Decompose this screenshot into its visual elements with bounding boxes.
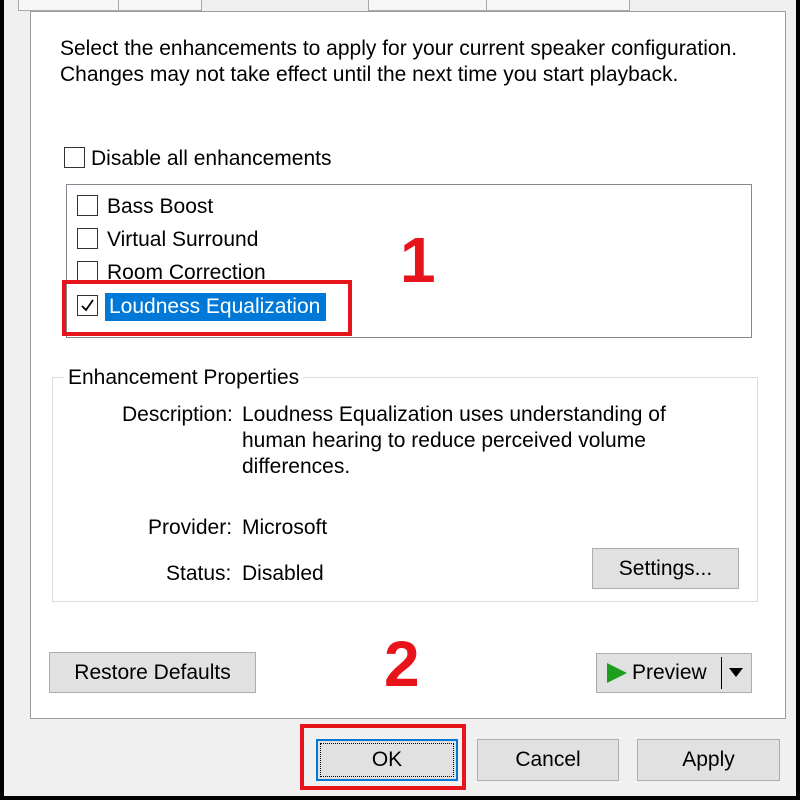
- tab-advanced[interactable]: [368, 0, 488, 11]
- preview-divider: [721, 657, 722, 689]
- settings-button[interactable]: Settings...: [592, 548, 739, 589]
- tab-spatial-sound[interactable]: [486, 0, 630, 11]
- virtual-surround-label[interactable]: Virtual Surround: [107, 227, 258, 253]
- preview-button[interactable]: Preview: [632, 660, 707, 686]
- description-line-3: differences.: [242, 455, 351, 478]
- provider-value: Microsoft: [242, 516, 328, 539]
- tab-general[interactable]: [18, 0, 120, 11]
- description-line-2: human hearing to reduce perceived volume: [242, 429, 646, 452]
- intro-text: Select the enhancements to apply for you…: [60, 37, 738, 86]
- virtual-surround-checkbox[interactable]: [77, 228, 98, 249]
- step-number-2: 2: [384, 628, 420, 700]
- tab-levels[interactable]: [118, 0, 202, 11]
- description-label: Description:: [122, 403, 233, 426]
- bass-boost-label[interactable]: Bass Boost: [107, 194, 213, 220]
- highlight-ok-button: [300, 724, 466, 790]
- apply-button[interactable]: Apply: [637, 739, 780, 781]
- cancel-button[interactable]: Cancel: [477, 739, 619, 781]
- step-number-1: 1: [400, 224, 436, 296]
- status-value: Disabled: [242, 562, 324, 585]
- play-icon: [607, 663, 627, 683]
- highlight-loudness-equalization: [62, 280, 352, 336]
- dropdown-arrow-icon[interactable]: [729, 668, 743, 677]
- preview-split-button: Preview: [596, 653, 752, 693]
- room-correction-checkbox[interactable]: [77, 261, 98, 282]
- status-label: Status:: [166, 562, 232, 585]
- disable-all-checkbox[interactable]: [64, 147, 85, 168]
- description-line-1: Loudness Equalization uses understanding…: [242, 403, 666, 426]
- bass-boost-checkbox[interactable]: [77, 195, 98, 216]
- provider-label: Provider:: [148, 516, 233, 539]
- restore-defaults-button[interactable]: Restore Defaults: [49, 652, 256, 693]
- disable-all-label[interactable]: Disable all enhancements: [91, 146, 331, 172]
- enhancement-properties-title: Enhancement Properties: [64, 365, 304, 391]
